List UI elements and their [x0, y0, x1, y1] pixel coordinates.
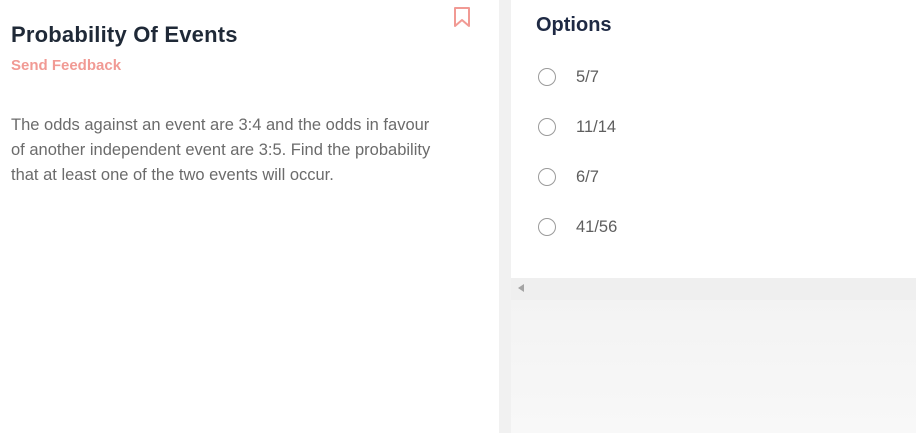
option-4-label: 41/56 — [576, 218, 618, 236]
horizontal-scrollbar[interactable] — [511, 278, 916, 300]
option-3[interactable]: 6/7 — [538, 167, 878, 191]
option-2-radio[interactable] — [538, 118, 556, 136]
question-title: Probability Of Events — [11, 22, 238, 47]
option-2[interactable]: 11/14 — [538, 117, 878, 141]
question-text: The odds against an event are 3:4 and th… — [11, 116, 431, 184]
app-root: Probability Of Events Send Feedback The … — [0, 0, 916, 433]
option-3-radio[interactable] — [538, 168, 556, 186]
question-panel: Probability Of Events Send Feedback The … — [0, 0, 499, 433]
option-3-label: 6/7 — [576, 168, 599, 186]
empty-area — [511, 300, 916, 433]
panel-divider[interactable] — [499, 0, 511, 433]
options-panel: Options 5/7 11/14 6/7 41/56 — [511, 0, 916, 278]
bookmark-icon[interactable] — [452, 6, 472, 28]
options-title: Options — [536, 14, 612, 36]
option-1-radio[interactable] — [538, 68, 556, 86]
send-feedback-link[interactable]: Send Feedback — [11, 57, 121, 74]
option-4[interactable]: 41/56 — [538, 217, 878, 241]
option-1-label: 5/7 — [576, 68, 599, 86]
option-1[interactable]: 5/7 — [538, 67, 878, 91]
option-2-label: 11/14 — [576, 118, 617, 136]
option-4-radio[interactable] — [538, 218, 556, 236]
scroll-left-icon[interactable] — [518, 284, 524, 292]
